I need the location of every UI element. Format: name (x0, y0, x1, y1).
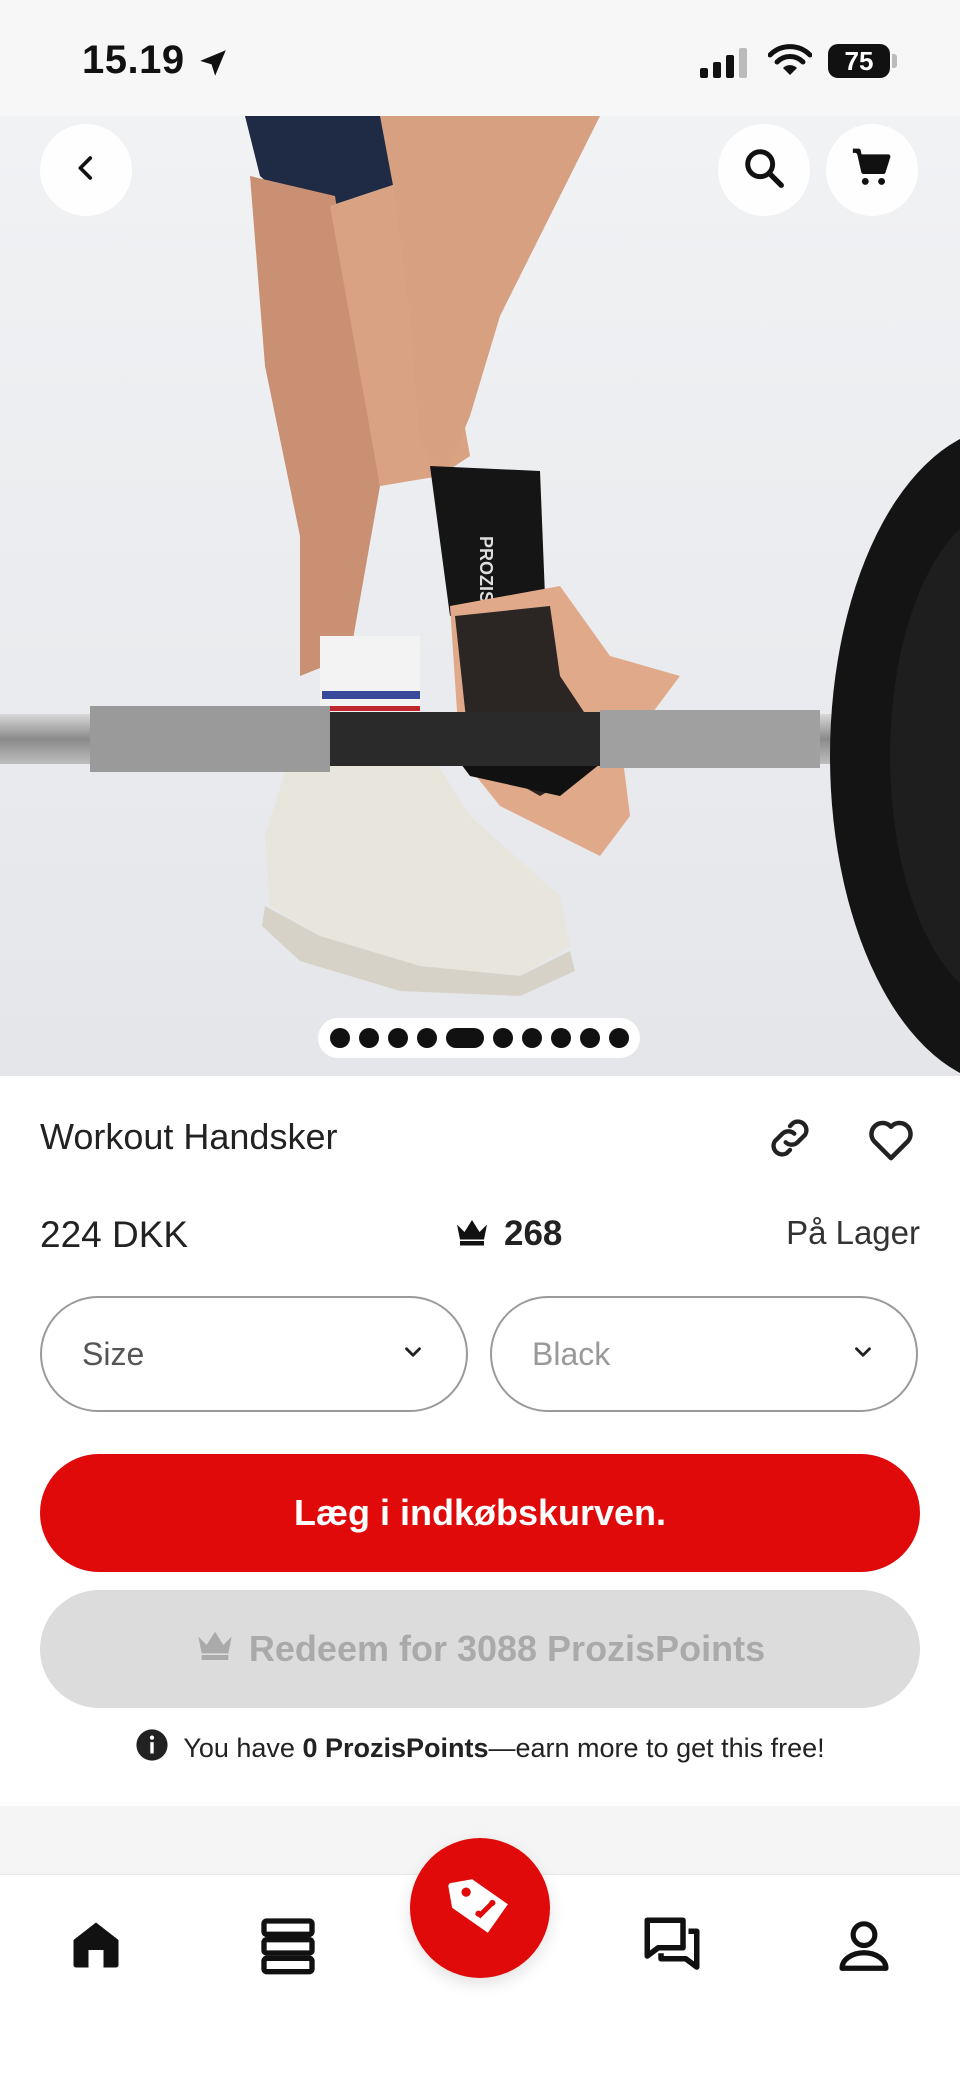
tab-catalog[interactable] (248, 1907, 328, 1987)
search-button[interactable] (718, 124, 810, 216)
color-select-label: Black (532, 1335, 611, 1372)
carousel-dot[interactable] (358, 1028, 379, 1048)
cellular-signal-icon (700, 48, 750, 83)
battery-tip (892, 54, 897, 68)
back-button[interactable] (40, 124, 132, 216)
search-icon (741, 145, 787, 196)
add-to-cart-button[interactable]: Læg i indkøbskurven. (40, 1454, 920, 1572)
size-select-label: Size (82, 1335, 145, 1372)
offers-button[interactable] (410, 1838, 550, 1978)
chat-icon (639, 1912, 705, 1983)
cart-icon (849, 145, 895, 196)
stock-status: På Lager (786, 1214, 920, 1251)
location-arrow-icon (196, 46, 230, 85)
carousel-dot-active[interactable] (445, 1028, 484, 1048)
back-icon (69, 151, 103, 190)
product-photo: PROZIS (0, 116, 960, 1076)
link-icon[interactable] (764, 1112, 816, 1169)
carousel-dot[interactable] (387, 1028, 408, 1048)
add-to-cart-label: Læg i indkøbskurven. (293, 1492, 667, 1533)
size-select[interactable]: Size (40, 1296, 468, 1412)
crown-icon (454, 1217, 490, 1252)
product-info: Workout Handsker 224 DKK 268 På Lager Si… (0, 1076, 960, 1806)
battery-level: 75 (828, 44, 890, 78)
carousel-dot[interactable] (550, 1028, 571, 1048)
home-icon (66, 1915, 126, 1980)
note-prefix: You have (183, 1733, 303, 1763)
carousel-indicator[interactable] (318, 1018, 640, 1058)
color-select[interactable]: Black (490, 1296, 918, 1412)
cart-button[interactable] (826, 124, 918, 216)
carousel-dot[interactable] (329, 1028, 350, 1048)
carousel-dot[interactable] (521, 1028, 542, 1048)
note-bold: 0 ProzisPoints (302, 1733, 489, 1763)
redeem-points-button[interactable]: Redeem for 3088 ProzisPoints (40, 1590, 920, 1708)
points-value: 268 (504, 1214, 563, 1253)
product-points: 268 (454, 1214, 562, 1254)
product-price: 224 DKK (40, 1214, 189, 1255)
tab-messages[interactable] (632, 1907, 712, 1987)
tab-profile[interactable] (824, 1907, 904, 1987)
status-bar: 15.19 75 (0, 0, 960, 116)
points-note: You have 0 ProzisPoints—earn more to get… (0, 1728, 960, 1769)
carousel-dot[interactable] (608, 1028, 629, 1048)
redeem-label: Redeem for 3088 ProzisPoints (248, 1628, 766, 1669)
status-time: 15.19 (82, 38, 185, 82)
tab-home[interactable] (56, 1907, 136, 1987)
info-icon (135, 1728, 169, 1769)
chevron-down-icon (400, 1336, 426, 1373)
catalog-icon (256, 1913, 320, 1982)
heart-icon[interactable] (864, 1112, 918, 1171)
carousel-dot[interactable] (492, 1028, 513, 1048)
points-note-text: You have 0 ProzisPoints—earn more to get… (183, 1733, 824, 1764)
product-image-carousel[interactable]: PROZIS (0, 116, 960, 1076)
carousel-dot[interactable] (416, 1028, 437, 1048)
svg-text:PROZIS: PROZIS (476, 536, 496, 603)
product-title: Workout Handsker (40, 1116, 338, 1157)
tag-icon (443, 1869, 517, 1948)
crown-icon (195, 1628, 235, 1671)
profile-icon (833, 1914, 895, 1981)
wifi-icon (767, 44, 813, 83)
note-suffix: —earn more to get this free! (488, 1733, 825, 1763)
carousel-dot[interactable] (579, 1028, 600, 1048)
chevron-down-icon (850, 1336, 876, 1373)
